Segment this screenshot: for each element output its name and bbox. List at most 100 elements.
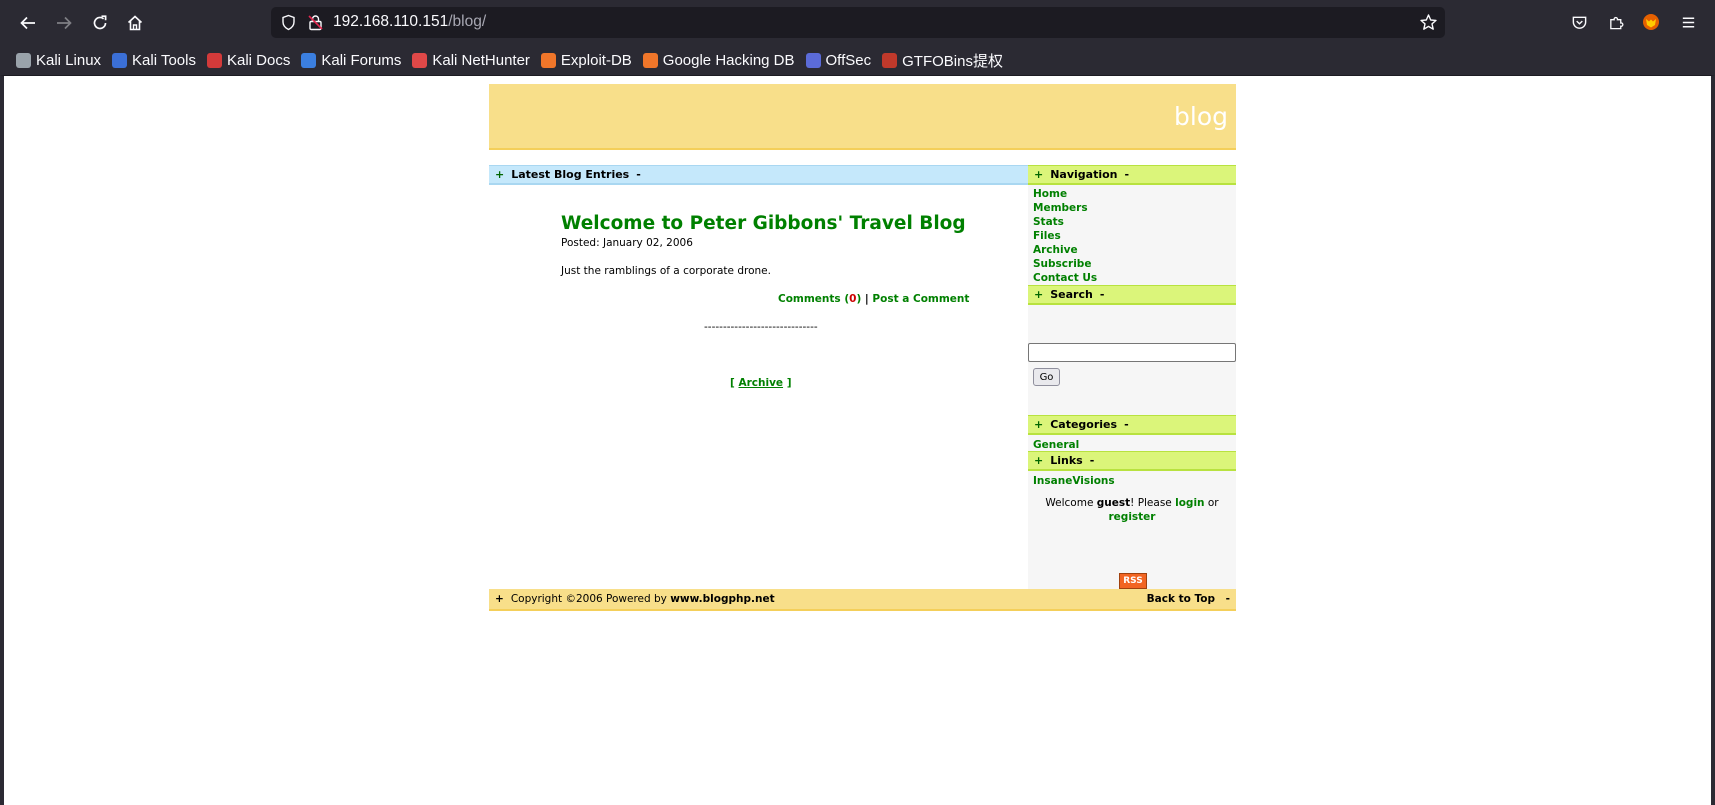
bookmark-label: Google Hacking DB bbox=[662, 51, 795, 69]
bookmark-item[interactable]: Kali Linux bbox=[16, 52, 101, 69]
blog-page: blog + Latest Blog Entries - Welcome to … bbox=[489, 84, 1236, 611]
collapse-icon[interactable]: - bbox=[1090, 454, 1095, 467]
copyright-text: Copyright ©2006 Powered by bbox=[510, 593, 671, 605]
browser-toolbar: 192.168.110.151/blog/ bbox=[0, 0, 1715, 45]
bookmark-label: Kali Tools bbox=[132, 51, 196, 69]
collapse-icon[interactable]: - bbox=[1100, 288, 1105, 301]
site-header: blog bbox=[489, 84, 1236, 150]
category-link-general[interactable]: General bbox=[1033, 438, 1236, 452]
main-column: + Latest Blog Entries - Welcome to Peter… bbox=[489, 165, 1028, 589]
post-title[interactable]: Welcome to Peter Gibbons' Travel Blog bbox=[561, 213, 966, 234]
latest-entries-bar: + Latest Blog Entries - bbox=[489, 165, 1028, 185]
account-avatar-button[interactable] bbox=[1640, 11, 1662, 33]
archive-nav: [ Archive ] bbox=[730, 377, 792, 389]
nav-link-files[interactable]: Files bbox=[1033, 229, 1236, 243]
nav-link-contact-us[interactable]: Contact Us bbox=[1033, 271, 1236, 285]
bookmark-favicon-icon bbox=[805, 52, 821, 68]
home-button[interactable] bbox=[121, 9, 149, 37]
reload-button[interactable] bbox=[86, 9, 114, 37]
bookmarks-toolbar: Kali Linux Kali Tools Kali Docs Kali Forums… bbox=[0, 45, 1715, 75]
welcome-user: guest bbox=[1096, 497, 1131, 509]
categories-label: Categories bbox=[1050, 418, 1118, 431]
collapse-icon[interactable]: - bbox=[1124, 418, 1129, 431]
bookmark-favicon-icon bbox=[882, 52, 898, 68]
browser-chrome: 192.168.110.151/blog/ Kali Linux Kali Too… bbox=[0, 0, 1715, 75]
nav-link-subscribe[interactable]: Subscribe bbox=[1033, 257, 1236, 271]
shield-icon[interactable] bbox=[280, 14, 297, 31]
back-to-top-minus: - bbox=[1225, 593, 1230, 605]
login-link[interactable]: login bbox=[1175, 497, 1204, 509]
nav-link-members[interactable]: Members bbox=[1033, 201, 1236, 215]
archive-link[interactable]: Archive bbox=[738, 377, 783, 389]
url-bar[interactable]: 192.168.110.151/blog/ bbox=[271, 7, 1445, 38]
content-area: + Latest Blog Entries - Welcome to Peter… bbox=[489, 165, 1236, 589]
expand-icon[interactable]: + bbox=[1034, 168, 1043, 181]
url-text[interactable]: 192.168.110.151/blog/ bbox=[333, 13, 486, 31]
expand-icon[interactable]: + bbox=[495, 168, 504, 181]
bookmark-favicon-icon bbox=[16, 52, 31, 68]
bookmark-star-icon[interactable] bbox=[1419, 13, 1438, 32]
rss-badge[interactable]: RSS bbox=[1119, 573, 1147, 589]
home-icon bbox=[127, 15, 143, 31]
url-host: 192.168.110.151 bbox=[333, 13, 449, 30]
post-links: Comments (0) | Post a Comment bbox=[778, 293, 969, 305]
links-list: InsaneVisions bbox=[1028, 471, 1236, 488]
back-button[interactable] bbox=[14, 9, 42, 37]
post-comment-link[interactable]: Post a Comment bbox=[872, 293, 969, 305]
page-viewport: blog + Latest Blog Entries - Welcome to … bbox=[0, 75, 1715, 805]
extensions-button[interactable] bbox=[1605, 11, 1627, 33]
pocket-button[interactable] bbox=[1568, 11, 1590, 33]
register-link[interactable]: register bbox=[1109, 511, 1156, 523]
bookmark-favicon-icon bbox=[301, 52, 317, 68]
footer-copyright: + Copyright ©2006 Powered by www.blogphp.… bbox=[489, 593, 775, 605]
bookmark-favicon-icon bbox=[540, 52, 556, 68]
bookmark-item[interactable]: Kali Tools bbox=[112, 52, 196, 69]
welcome-prefix: Welcome bbox=[1045, 497, 1097, 509]
bookmark-item[interactable]: Kali NetHunter bbox=[412, 52, 530, 69]
expand-icon[interactable]: + bbox=[1034, 454, 1043, 467]
collapse-icon[interactable]: - bbox=[1125, 168, 1130, 181]
bookmark-item[interactable]: Exploit-DB bbox=[540, 52, 632, 69]
bookmark-label: GTFOBins提权 bbox=[902, 52, 1003, 70]
search-input[interactable] bbox=[1028, 343, 1236, 362]
nav-link-archive[interactable]: Archive bbox=[1033, 243, 1236, 257]
categories-bar: + Categories - bbox=[1028, 415, 1236, 435]
links-divider: | bbox=[861, 293, 873, 305]
comments-link[interactable]: Comments bbox=[778, 293, 841, 305]
back-to-top[interactable]: Back to Top - bbox=[1147, 593, 1236, 605]
search-go-button[interactable]: Go bbox=[1033, 368, 1060, 386]
bookmark-item[interactable]: Kali Docs bbox=[206, 51, 291, 69]
fox-avatar-icon bbox=[1643, 14, 1659, 30]
bookmark-item[interactable]: GTFOBins提权 bbox=[882, 50, 1003, 71]
welcome-or: or bbox=[1204, 497, 1219, 509]
menu-button[interactable] bbox=[1677, 11, 1699, 33]
insecure-lock-icon[interactable] bbox=[307, 14, 324, 31]
navigation-list: Home Members Stats Files Archive Subscri… bbox=[1028, 185, 1236, 285]
pocket-icon bbox=[1572, 16, 1586, 29]
search-area: Go bbox=[1028, 305, 1236, 415]
nav-link-stats[interactable]: Stats bbox=[1033, 215, 1236, 229]
bookmark-item[interactable]: OffSec bbox=[805, 52, 871, 69]
bookmark-favicon-icon bbox=[206, 52, 222, 68]
forward-button[interactable] bbox=[50, 9, 78, 37]
welcome-message: Welcome guest! Please login or register bbox=[1028, 496, 1236, 524]
nav-link-home[interactable]: Home bbox=[1033, 187, 1236, 201]
expand-icon[interactable]: + bbox=[1034, 288, 1043, 301]
powered-by-link[interactable]: www.blogphp.net bbox=[670, 593, 774, 605]
bookmark-item[interactable]: Google Hacking DB bbox=[642, 51, 795, 69]
post-body: Just the ramblings of a corporate drone. bbox=[561, 265, 771, 277]
back-to-top-label: Back to Top bbox=[1146, 593, 1215, 605]
navigation-label: Navigation bbox=[1050, 168, 1118, 181]
arrow-left-icon bbox=[20, 16, 35, 30]
bookmark-item[interactable]: Kali Forums bbox=[301, 52, 401, 69]
bookmark-label: Kali Docs bbox=[226, 51, 291, 69]
navigation-bar: + Navigation - bbox=[1028, 165, 1236, 185]
bookmark-label: Kali Linux bbox=[36, 51, 102, 69]
latest-entries-label: Latest Blog Entries bbox=[511, 168, 630, 181]
link-insanevisions[interactable]: InsaneVisions bbox=[1033, 474, 1236, 488]
expand-icon[interactable]: + bbox=[1034, 418, 1043, 431]
collapse-icon[interactable]: - bbox=[636, 168, 641, 181]
links-bar: + Links - bbox=[1028, 451, 1236, 471]
search-label: Search bbox=[1050, 288, 1093, 301]
archive-close-bracket: ] bbox=[783, 377, 792, 389]
